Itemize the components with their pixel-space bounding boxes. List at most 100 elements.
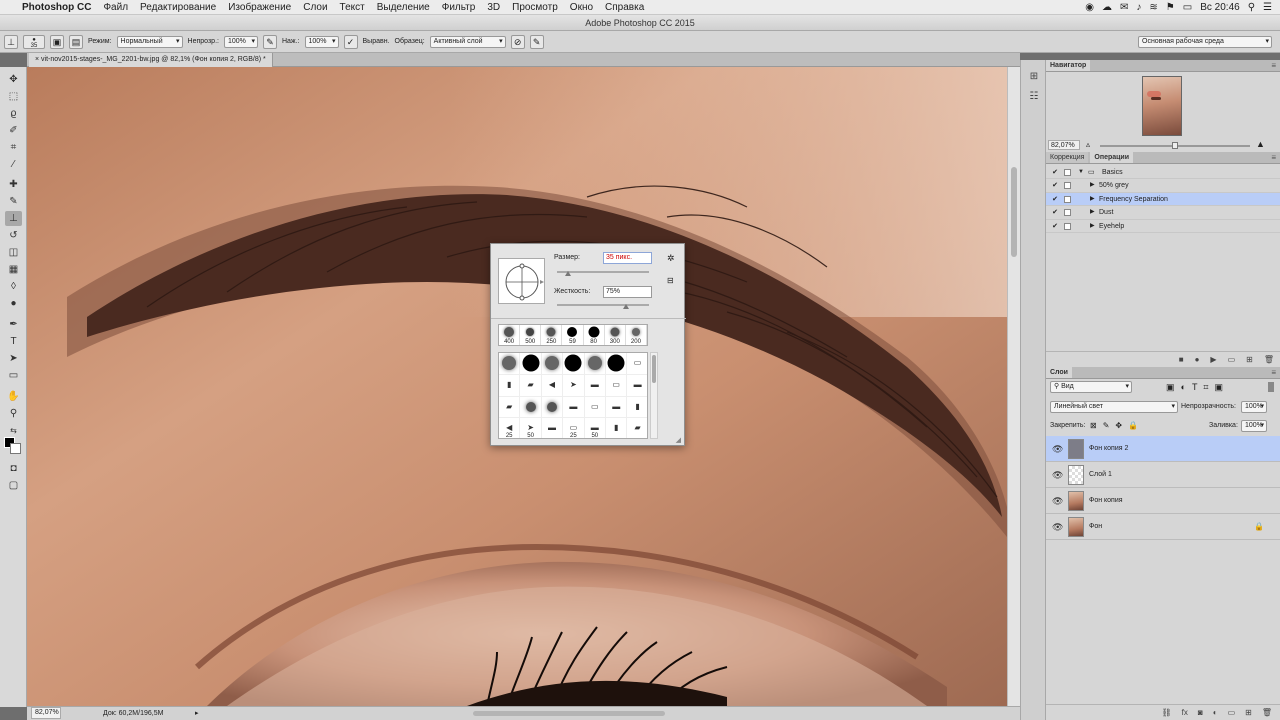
- layer-filter-icons[interactable]: ▣◐T⌗▣: [1166, 382, 1229, 393]
- scrollbar-thumb[interactable]: [1011, 167, 1017, 257]
- healing-brush-tool-icon[interactable]: ✚: [5, 177, 22, 192]
- size-input[interactable]: 35 пикс.: [603, 252, 652, 264]
- gear-icon[interactable]: ✲: [667, 253, 675, 264]
- presets-scrollbar[interactable]: [650, 352, 658, 439]
- check-icon[interactable]: ✔: [1050, 179, 1060, 192]
- menu-text[interactable]: Текст: [340, 2, 365, 13]
- toggle-clone-source-icon[interactable]: ▤: [69, 34, 83, 49]
- brush-preset-cell[interactable]: ▮: [606, 418, 628, 438]
- brush-preset-cell[interactable]: [541, 353, 564, 375]
- menu-view[interactable]: Просмотр: [512, 2, 558, 13]
- new-set-icon[interactable]: ▭: [1228, 355, 1236, 364]
- brush-preset-cell[interactable]: [520, 353, 542, 375]
- brush-preset-cell[interactable]: ➤ 50: [520, 418, 542, 438]
- stop-icon[interactable]: ■: [1179, 355, 1184, 364]
- panel-menu-icon[interactable]: ≡: [1271, 152, 1276, 163]
- creative-cloud-icon[interactable]: ☁: [1102, 2, 1112, 13]
- lasso-tool-icon[interactable]: ϱ: [5, 106, 22, 121]
- expand-triangle-icon[interactable]: ▶: [1090, 193, 1095, 206]
- expand-triangle-icon[interactable]: ▶: [1090, 179, 1095, 192]
- toggle-brush-panel-icon[interactable]: ▣: [50, 34, 64, 49]
- opacity-field[interactable]: 100%: [223, 35, 258, 48]
- marquee-tool-icon[interactable]: ⬚: [5, 89, 22, 104]
- recent-brush-preset[interactable]: 200: [626, 325, 647, 345]
- brush-preset-cell[interactable]: ◀: [541, 374, 564, 397]
- action-item-selected[interactable]: ✔ ▶ Frequency Separation: [1046, 192, 1280, 207]
- properties-panel-icon[interactable]: ☷: [1027, 90, 1041, 104]
- history-brush-tool-icon[interactable]: ↺: [5, 228, 22, 243]
- search-icon[interactable]: ⚲: [1248, 2, 1255, 13]
- quick-mask-icon[interactable]: ◘: [5, 461, 22, 476]
- brush-preset-cell[interactable]: ▬: [542, 418, 564, 438]
- brush-preset-cell[interactable]: ▭: [606, 374, 628, 397]
- layer-row[interactable]: 👁 Слой 1: [1046, 462, 1280, 488]
- lock-icons[interactable]: ⊠✎✥🔒: [1090, 421, 1144, 430]
- brush-preset-cell[interactable]: ➤: [563, 374, 585, 397]
- pressure-field[interactable]: 100%: [304, 35, 339, 48]
- size-slider-knob[interactable]: [565, 271, 572, 276]
- layer-row[interactable]: 👁 Фон копия: [1046, 488, 1280, 514]
- brush-preset-cell[interactable]: ▰: [499, 396, 521, 419]
- layer-name[interactable]: Фон копия: [1089, 488, 1123, 514]
- play-icon[interactable]: ▶: [1210, 355, 1216, 364]
- clone-stamp-tool-icon[interactable]: ⊥: [4, 34, 18, 49]
- workspace-select[interactable]: Основная рабочая среда: [1138, 35, 1272, 48]
- navigator-thumbnail[interactable]: [1142, 76, 1182, 136]
- layer-row-selected[interactable]: 👁 Фон копия 2: [1046, 436, 1280, 462]
- sample-select[interactable]: Активный слой: [429, 35, 506, 48]
- screen-mode-icon[interactable]: ▢: [5, 478, 22, 493]
- new-action-icon[interactable]: ⊞: [1246, 355, 1253, 364]
- recent-brush-preset[interactable]: 59: [562, 325, 584, 345]
- new-group-icon[interactable]: ▭: [1228, 708, 1236, 717]
- brush-preset-cell[interactable]: [541, 396, 564, 419]
- zoom-tool-icon[interactable]: ⚲: [5, 406, 22, 421]
- brush-tool-icon[interactable]: ✎: [5, 194, 22, 209]
- canvas-vertical-scrollbar[interactable]: [1007, 67, 1020, 706]
- action-item[interactable]: ✔ ▶ Dust: [1046, 206, 1280, 220]
- scrollbar-thumb[interactable]: [652, 355, 656, 383]
- dialog-toggle-icon[interactable]: [1064, 182, 1071, 190]
- resize-grip-icon[interactable]: ◢: [676, 436, 681, 444]
- tab-navigator[interactable]: Навигатор: [1046, 60, 1091, 71]
- brush-preset-cell[interactable]: ▮: [627, 397, 647, 419]
- visibility-eye-icon[interactable]: 👁: [1052, 462, 1063, 488]
- menu-3d[interactable]: 3D: [487, 2, 500, 13]
- horizontal-scrollbar-thumb[interactable]: [473, 711, 665, 716]
- brush-preset-cell[interactable]: ▬: [563, 396, 585, 419]
- layer-name[interactable]: Фон: [1089, 514, 1102, 540]
- menu-window[interactable]: Окно: [570, 2, 593, 13]
- fill-field[interactable]: 100%: [1241, 420, 1267, 432]
- rectangle-tool-icon[interactable]: ▭: [5, 368, 22, 383]
- pressure-size-icon[interactable]: ✎: [529, 34, 544, 49]
- brush-preset-cell[interactable]: ▮: [499, 374, 521, 397]
- pressure-opacity-icon[interactable]: ✎: [262, 34, 277, 49]
- check-icon[interactable]: ✔: [1050, 220, 1060, 233]
- tab-actions[interactable]: Операции: [1090, 152, 1134, 163]
- dialog-toggle-icon[interactable]: [1064, 222, 1071, 230]
- blend-mode-select[interactable]: Линейный свет: [1050, 401, 1178, 413]
- hardness-input[interactable]: 75%: [603, 286, 652, 298]
- new-layer-icon[interactable]: ⊞: [1245, 708, 1252, 717]
- move-tool-icon[interactable]: ✥: [5, 72, 22, 87]
- volume-icon[interactable]: ♪: [1136, 2, 1141, 13]
- brush-preset-cell[interactable]: [499, 353, 521, 375]
- brush-preset-cell[interactable]: [584, 353, 606, 375]
- expand-triangle-icon[interactable]: ▶: [1090, 206, 1095, 219]
- action-item[interactable]: ✔ ▶ Eyehelp: [1046, 220, 1280, 233]
- expand-triangle-icon[interactable]: ▶: [1090, 220, 1095, 233]
- zoom-in-icon[interactable]: ▲: [1256, 139, 1265, 149]
- eyedropper-tool-icon[interactable]: ⁄: [5, 157, 22, 172]
- dialog-toggle-icon[interactable]: [1064, 169, 1071, 176]
- filter-toggle[interactable]: [1268, 382, 1274, 392]
- clock[interactable]: Вс 20:46: [1200, 2, 1239, 13]
- menu-image[interactable]: Изображение: [228, 2, 291, 13]
- brush-preset-cell[interactable]: ▰: [627, 418, 647, 438]
- menu-edit[interactable]: Редактирование: [140, 2, 216, 13]
- list-icon[interactable]: ☰: [1263, 2, 1272, 13]
- size-slider[interactable]: [557, 271, 649, 276]
- check-icon[interactable]: ✔: [1050, 206, 1060, 219]
- trash-icon[interactable]: 🗑: [1262, 708, 1272, 717]
- brush-preset-cell[interactable]: ▰: [520, 374, 542, 397]
- trash-icon[interactable]: 🗑: [1264, 355, 1274, 364]
- check-icon[interactable]: ✔: [1050, 193, 1060, 206]
